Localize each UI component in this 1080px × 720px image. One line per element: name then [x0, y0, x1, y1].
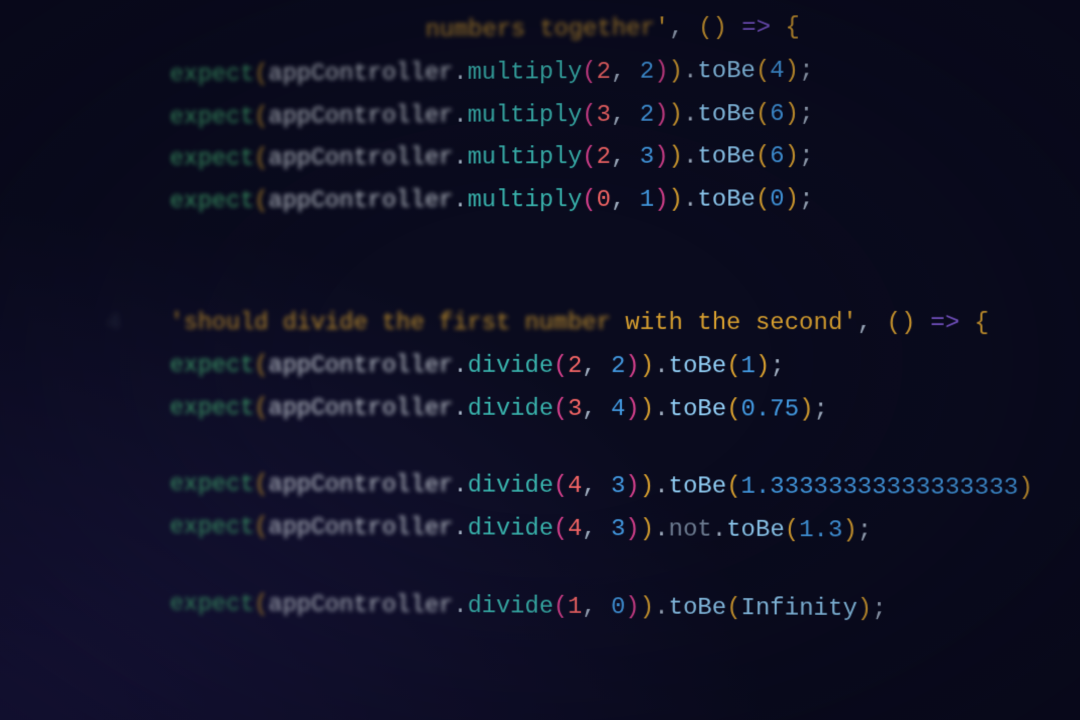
code-line: expect(appController.multiply(3, 2)).toB…	[107, 93, 1080, 139]
code-line: expect(appController.divide(4, 3)).not.t…	[107, 508, 1080, 554]
code-line: expect(appController.divide(3, 4)).toBe(…	[107, 389, 1080, 432]
code-line: expect(appController.multiply(2, 3)).toB…	[107, 136, 1080, 181]
code-line-describe-partial: numbers together', () => {	[107, 6, 1080, 54]
code-line-it-divide: 4 'should divide the first number with t…	[107, 304, 1080, 345]
code-line: expect(appController.divide(2, 2)).toBe(…	[107, 346, 1080, 388]
code-line: expect(appController.multiply(0, 1)).toB…	[107, 179, 1080, 223]
code-line: expect(appController.multiply(2, 2)).toB…	[107, 49, 1080, 96]
code-line: expect(appController.divide(4, 3)).toBe(…	[107, 466, 1080, 511]
code-line: expect(appController.divide(1, 0)).toBe(…	[107, 585, 1080, 633]
code-editor-viewport: numbers together', () => { expect(appCon…	[107, 6, 1080, 633]
